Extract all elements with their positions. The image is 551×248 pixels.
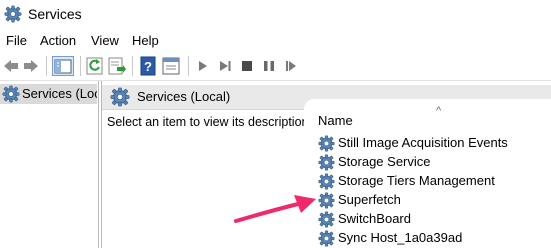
back-icon[interactable] [2,56,20,76]
export-list-icon[interactable] [108,56,126,76]
list-item[interactable]: Still Image Acquisition Events [316,134,551,153]
content-header-title: Services (Local) [137,89,231,104]
menu-help[interactable]: Help [132,33,159,48]
console-tree: Services (Local) [0,81,99,248]
tree-item-services-local[interactable]: Services (Local) [0,84,97,104]
tree-item-label: Services (Local) [22,86,97,101]
list-item[interactable]: Sync Host_1a0a39ad [316,229,551,248]
services-gear-icon [4,5,22,23]
service-name: Sync Host_1a0a39ad [338,230,463,245]
service-name: Storage Tiers Management [338,173,495,188]
toolbar-separator [132,56,133,76]
list-item[interactable]: Superfetch [316,191,551,210]
column-header-name[interactable]: Name [318,113,353,128]
description-text: Select an item to view its description. [107,115,312,129]
list-item[interactable]: Storage Tiers Management [316,172,551,191]
service-name: Superfetch [338,192,401,207]
service-name: Storage Service [338,154,431,169]
properties-icon[interactable] [162,56,180,76]
toolbar: ? [0,52,551,81]
menu-view[interactable]: View [91,33,119,48]
toolbar-separator [188,56,189,76]
details-pane: Services (Local) Select an item to view … [101,81,551,248]
toolbar-separator [46,56,47,76]
sort-indicator[interactable]: ^ [436,105,441,117]
restart-service-icon[interactable] [284,56,298,76]
service-gear-icon [318,154,335,171]
service-gear-icon [318,230,335,247]
help-icon[interactable]: ? [140,56,156,76]
services-list: ^ Name Still Image Acquisition Events St… [304,99,551,248]
toolbar-separator [80,56,81,76]
stop-service-icon[interactable] [240,56,254,76]
refresh-icon[interactable] [86,56,104,76]
service-name: SwitchBoard [338,211,411,226]
forward-icon[interactable] [22,56,40,76]
service-gear-icon [318,211,335,228]
title-bar: Services [0,0,551,30]
list-item[interactable]: Storage Service [316,153,551,172]
service-gear-icon [318,173,335,190]
show-hide-console-tree-icon[interactable] [52,56,74,76]
restart-service-icon[interactable] [218,56,232,76]
services-gear-icon [2,85,20,103]
svg-text:?: ? [144,59,152,74]
services-gear-icon [110,87,130,107]
list-item[interactable]: SwitchBoard [316,210,551,229]
menu-bar: File Action View Help [0,30,551,52]
service-gear-icon [318,192,335,209]
pause-service-icon[interactable] [262,56,276,76]
start-service-icon[interactable] [196,56,210,76]
menu-action[interactable]: Action [40,33,76,48]
service-gear-icon [318,135,335,152]
service-name: Still Image Acquisition Events [338,135,508,150]
menu-file[interactable]: File [6,33,27,48]
window-title: Services [28,6,82,22]
